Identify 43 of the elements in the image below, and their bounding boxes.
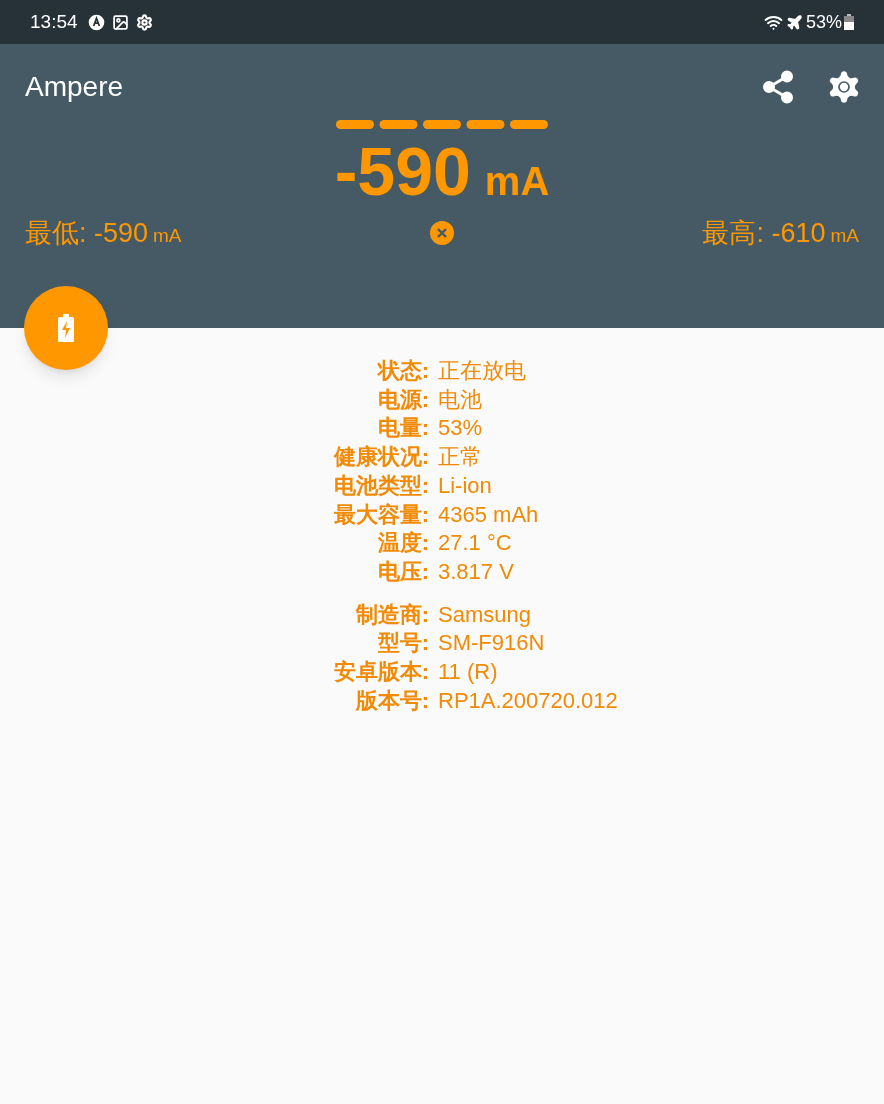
info-label: 电量:: [376, 414, 430, 443]
reading-unit: mA: [484, 158, 550, 205]
info-value: 11 (R): [438, 658, 498, 687]
info-value: Samsung: [438, 600, 531, 629]
share-icon: [760, 69, 796, 105]
max-unit: mA: [830, 224, 859, 248]
min-reading: 最低: -590: [25, 217, 149, 250]
info-label: 状态:: [376, 357, 430, 385]
info-label: 电源:: [376, 385, 430, 414]
info-value: 4365 mAh: [438, 500, 539, 529]
current-reading: -590: [334, 135, 471, 207]
info-label: 健康状况:: [332, 443, 430, 472]
info-value: 3.817 V: [438, 557, 514, 586]
airplane-icon: [785, 13, 803, 31]
reset-button[interactable]: [430, 221, 454, 246]
info-label: 电压:: [376, 557, 430, 586]
info-value: 电池: [438, 385, 482, 414]
battery-icon: [844, 14, 854, 30]
battery-charging-icon: [58, 314, 74, 342]
info-value: RP1A.200720.012: [438, 686, 618, 715]
info-value: Li-ion: [438, 471, 492, 500]
app-title: Ampere: [25, 70, 125, 104]
settings-icon: [135, 13, 153, 31]
info-label: 最大容量:: [332, 500, 430, 529]
info-value: 27.1 °C: [438, 529, 512, 558]
info-label: 制造商:: [354, 600, 430, 629]
clock: 13:54: [30, 9, 78, 34]
info-label: 温度:: [376, 529, 430, 558]
info-value: 正在放电: [438, 357, 526, 385]
notification-icon: [87, 13, 105, 31]
image-icon: [111, 13, 129, 31]
info-value: SM-F916N: [438, 629, 545, 658]
info-label: 安卓版本:: [332, 658, 430, 687]
dashes-icon: [336, 120, 548, 129]
battery-percent: 53%: [805, 10, 842, 34]
info-value: 53%: [438, 414, 483, 443]
min-unit: mA: [153, 224, 182, 248]
info-label: 型号:: [376, 629, 430, 658]
info-label: 版本号:: [354, 686, 430, 715]
close-icon: [437, 228, 447, 239]
max-reading: 最高: -610: [702, 217, 826, 250]
info-label: 电池类型:: [332, 471, 430, 500]
info-value: 正常: [438, 443, 482, 472]
